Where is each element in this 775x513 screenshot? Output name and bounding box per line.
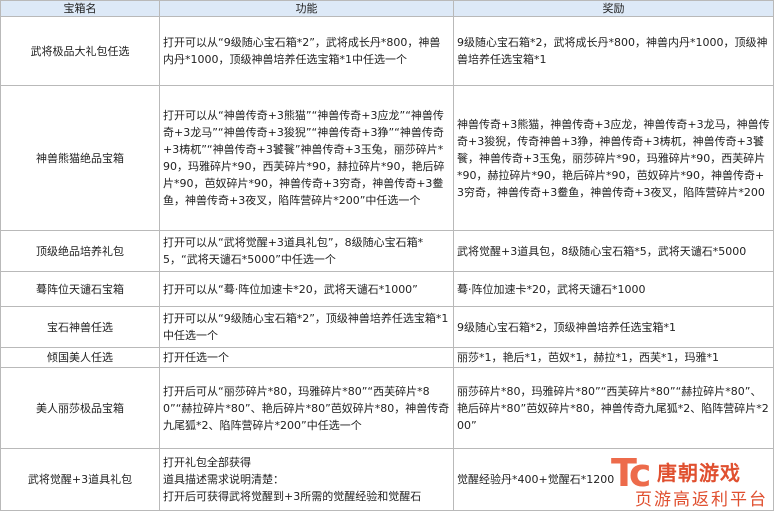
column-header-name: 宝箱名 — [0, 0, 160, 17]
chest-reward: 丽莎碎片*80，玛雅碎片*80”“西芙碎片*80”“赫拉碎片*80”、艳后碎片*… — [453, 367, 774, 449]
table-row: 神兽熊猫绝品宝箱 打开可以从“神兽传奇+3熊猫”“神兽传奇+3应龙”“神兽传奇+… — [0, 85, 774, 231]
chest-reward: 9级随心宝石箱*2，顶级神兽培养任选宝箱*1 — [453, 306, 774, 348]
site-watermark: Tc 唐朝游戏 页游高返利平台 — [611, 451, 771, 511]
column-header-function: 功能 — [159, 0, 454, 17]
watermark-slogan: 页游高返利平台 — [635, 490, 768, 510]
chest-function: 打开可以从“神兽传奇+3熊猫”“神兽传奇+3应龙”“神兽传奇+3龙马”“神兽传奇… — [159, 85, 454, 231]
chest-function: 打开可以从“蓦·阵位加速卡*20，武将天谴石*1000” — [159, 271, 454, 307]
table-row: 武将极品大礼包任选 打开可以从“9级随心宝石箱*2”，武将成长丹*800，神兽内… — [0, 16, 774, 86]
table-row: 蓦阵位天谴石宝箱 打开可以从“蓦·阵位加速卡*20，武将天谴石*1000” 蓦·… — [0, 271, 774, 307]
chest-name: 武将极品大礼包任选 — [0, 16, 160, 86]
table-row: 顶级绝品培养礼包 打开可以从“武将觉醒+3道具礼包”，8级随心宝石箱*5，“武将… — [0, 230, 774, 272]
chest-reward: 丽莎*1，艳后*1，芭奴*1，赫拉*1，西芙*1，玛雅*1 — [453, 347, 774, 368]
chest-function: 打开后可从“丽莎碎片*80，玛雅碎片*80”“西芙碎片*80”“赫拉碎片*80”… — [159, 367, 454, 449]
chest-name: 神兽熊猫绝品宝箱 — [0, 85, 160, 231]
chest-reward: 蓦·阵位加速卡*20，武将天谴石*1000 — [453, 271, 774, 307]
chest-function: 打开可以从“武将觉醒+3道具礼包”，8级随心宝石箱*5，“武将天谴石*5000”… — [159, 230, 454, 272]
chest-reward: 9级随心宝石箱*2，武将成长丹*800，神兽内丹*1000，顶级神兽培养任选宝箱… — [453, 16, 774, 86]
chest-name: 武将觉醒+3道具礼包 — [0, 448, 160, 511]
table-header-row: 宝箱名 功能 奖励 — [0, 0, 774, 17]
chest-function: 打开可以从“9级随心宝石箱*2”，顶级神兽培养任选宝箱*1中任选一个 — [159, 306, 454, 348]
chest-function: 打开任选一个 — [159, 347, 454, 368]
chest-name: 美人丽莎极品宝箱 — [0, 367, 160, 449]
column-header-reward: 奖励 — [453, 0, 774, 17]
reward-table: 宝箱名 功能 奖励 武将极品大礼包任选 打开可以从“9级随心宝石箱*2”，武将成… — [0, 0, 774, 511]
table-row: 宝石神兽任选 打开可以从“9级随心宝石箱*2”，顶级神兽培养任选宝箱*1中任选一… — [0, 306, 774, 348]
chest-reward: 武将觉醒+3道具包，8级随心宝石箱*5，武将天谴石*5000 — [453, 230, 774, 272]
chest-name: 倾国美人任选 — [0, 347, 160, 368]
chest-reward: 神兽传奇+3熊猫，神兽传奇+3应龙，神兽传奇+3龙马，神兽传奇+3狻猊，传奇神兽… — [453, 85, 774, 231]
chest-name: 蓦阵位天谴石宝箱 — [0, 271, 160, 307]
table-row: 美人丽莎极品宝箱 打开后可从“丽莎碎片*80，玛雅碎片*80”“西芙碎片*80”… — [0, 367, 774, 449]
chest-function: 打开可以从“9级随心宝石箱*2”，武将成长丹*800，神兽内丹*1000，顶级神… — [159, 16, 454, 86]
chest-function: 打开礼包全部获得 道具描述需求说明清楚： 打开后可获得武将觉醒到+3所需的觉醒经… — [159, 448, 454, 511]
chest-name: 顶级绝品培养礼包 — [0, 230, 160, 272]
table-row: 倾国美人任选 打开任选一个 丽莎*1，艳后*1，芭奴*1，赫拉*1，西芙*1，玛… — [0, 347, 774, 368]
watermark-name: 唐朝游戏 — [657, 461, 741, 485]
chest-name: 宝石神兽任选 — [0, 306, 160, 348]
